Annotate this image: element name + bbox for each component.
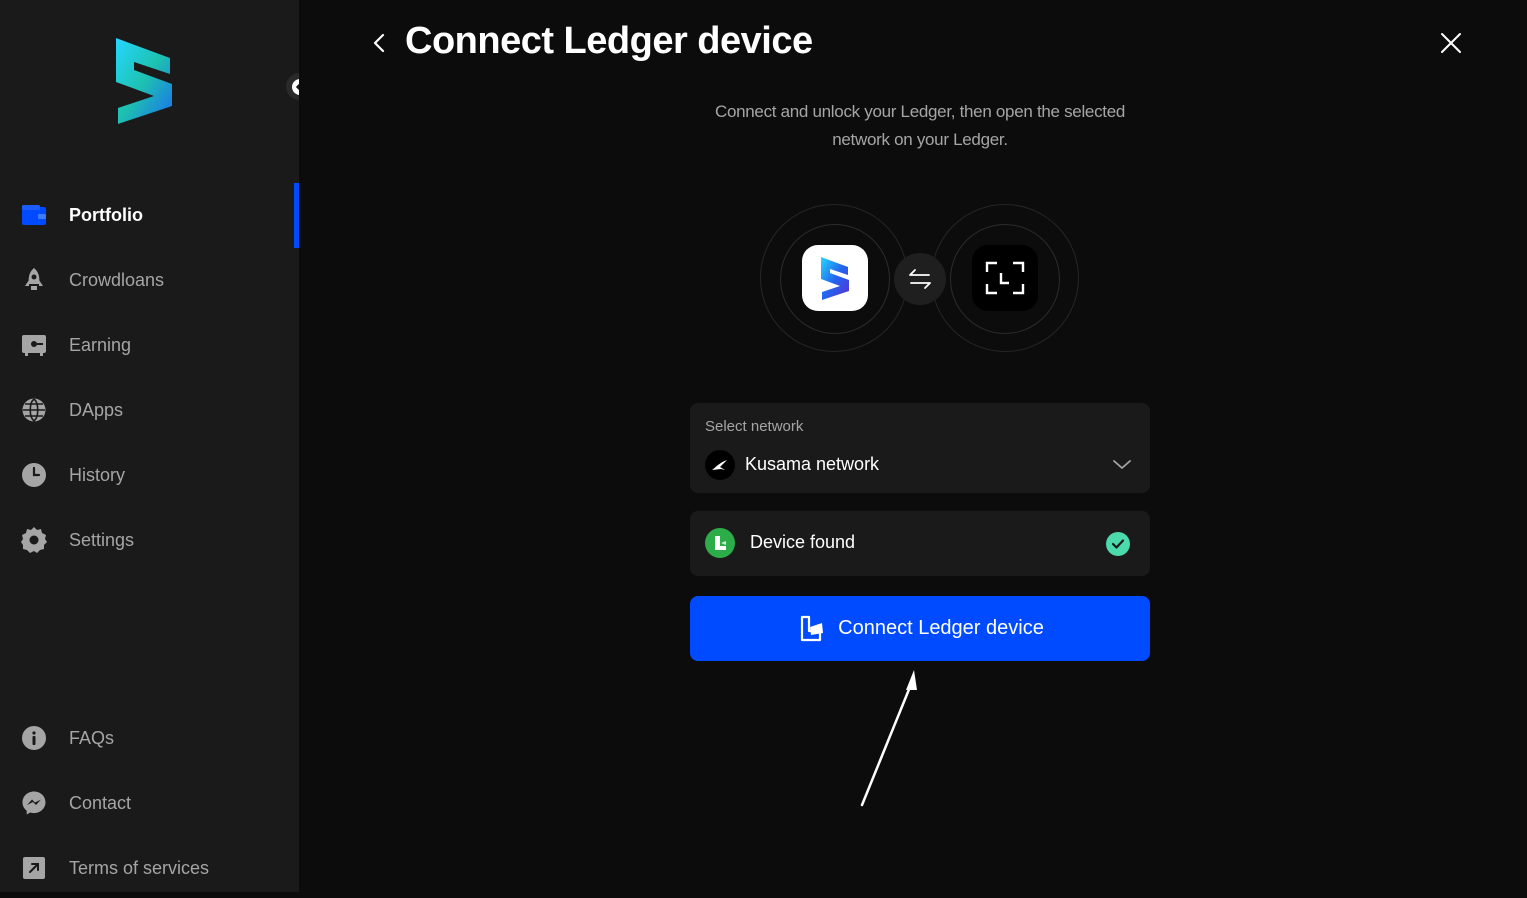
swap-icon: [894, 253, 946, 305]
messenger-icon: [20, 789, 48, 817]
check-icon: [1106, 532, 1130, 556]
sidebar-item-terms[interactable]: Terms of services: [0, 838, 299, 898]
sidebar-item-label: Settings: [69, 529, 135, 550]
sidebar-item-crowdloans[interactable]: Crowdloans: [0, 250, 299, 310]
page-title: Connect Ledger device: [405, 20, 813, 62]
device-status-text: Device found: [750, 532, 856, 552]
connect-ledger-button-label: Connect Ledger device: [838, 617, 1044, 639]
connect-ledger-button[interactable]: Connect Ledger device: [690, 596, 1150, 661]
network-select-label: Select network: [705, 418, 804, 435]
info-icon: [20, 724, 48, 752]
sidebar: Portfolio Crowdloans Earning DApps Histo…: [0, 0, 313, 892]
sidebar-item-faqs[interactable]: FAQs: [0, 708, 299, 768]
network-select[interactable]: Select network Kusama network: [690, 403, 1150, 493]
ledger-device-icon: [705, 528, 735, 558]
sidebar-item-label: Earning: [69, 334, 132, 355]
sidebar-item-label: Terms of services: [69, 857, 210, 878]
sidebar-item-dapps[interactable]: DApps: [0, 380, 299, 440]
gear-icon: [20, 526, 48, 554]
kusama-icon: [705, 450, 735, 480]
sidebar-item-label: Portfolio: [69, 204, 143, 225]
close-button[interactable]: [1438, 30, 1464, 56]
sidebar-item-label: DApps: [69, 399, 124, 420]
sidebar-item-label: History: [69, 464, 126, 485]
chevron-down-icon[interactable]: [1112, 457, 1132, 471]
annotation-arrow-icon: [860, 670, 917, 807]
device-status: Device found: [690, 511, 1150, 576]
selected-network: Kusama network: [745, 454, 880, 474]
globe-icon: [20, 396, 48, 424]
sidebar-item-label: Contact: [69, 792, 132, 813]
clock-icon: [20, 461, 48, 489]
external-link-icon: [20, 854, 48, 882]
sidebar-item-history[interactable]: History: [0, 445, 299, 505]
instructions-text: Connect and unlock your Ledger, then ope…: [714, 102, 1126, 149]
subwallet-logo[interactable]: [108, 34, 180, 126]
sidebar-item-label: Crowdloans: [69, 269, 165, 290]
subwallet-app-icon: [802, 245, 868, 311]
back-button[interactable]: [370, 30, 388, 56]
ledger-icon: [801, 615, 824, 641]
sidebar-item-earning[interactable]: Earning: [0, 315, 299, 375]
sidebar-item-contact[interactable]: Contact: [0, 773, 299, 833]
sidebar-item-label: FAQs: [69, 727, 115, 748]
ledger-app-icon: [972, 245, 1038, 311]
rocket-icon: [20, 266, 48, 294]
sidebar-item-portfolio[interactable]: Portfolio: [0, 185, 299, 245]
sidebar-item-settings[interactable]: Settings: [0, 510, 299, 570]
safe-icon: [20, 331, 48, 359]
wallet-icon: [20, 201, 48, 229]
